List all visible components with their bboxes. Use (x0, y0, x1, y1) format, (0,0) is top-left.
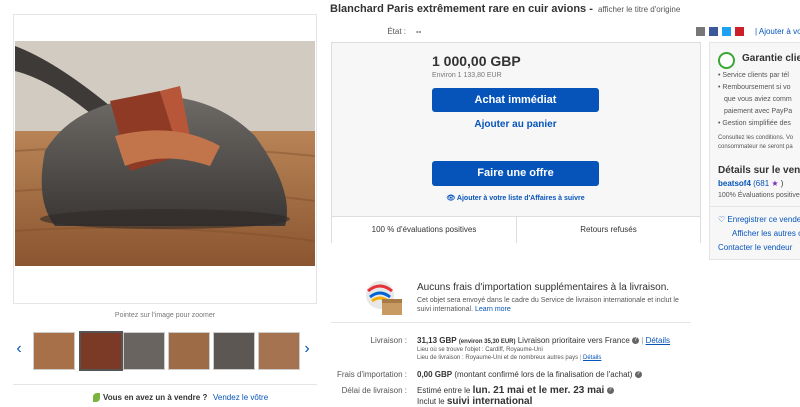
global-shipping-icon (360, 277, 408, 319)
save-seller-label: Enregistrer ce vende (727, 215, 800, 224)
shipping-description: Cet objet sera envoyé dans le cadre du S… (417, 296, 687, 314)
import-row: 0,00 GBP (montant confirmé lors de la fi… (417, 370, 642, 379)
seller-name-row: beatsof4 (681 ★ ) (718, 179, 783, 188)
prev-thumb-arrow-icon[interactable]: ‹ (13, 340, 25, 358)
buy-now-button[interactable]: Achat immédiat (432, 88, 599, 112)
seller-info-box: Détails sur le vend beatsof4 (681 ★ ) 10… (709, 159, 800, 260)
sell-yours-box: Vous en avez un à vendre ? Vendez le vôt… (13, 384, 317, 405)
product-photo[interactable] (15, 41, 315, 266)
shipping-desc-text: Cet objet sera envoyé dans le cadre du S… (417, 297, 679, 313)
add-to-cart-link[interactable]: Ajouter au panier (432, 119, 599, 130)
money-back-guarantee-box: Garantie clie • Service clients par tél … (709, 42, 800, 161)
delivery-service: Livraison prioritaire vers France (517, 336, 630, 345)
import-label: Frais d'importation : (337, 370, 407, 379)
info-icon[interactable]: ? (632, 337, 640, 345)
watch-item-label: Ajouter à votre liste d'Affaires à suivr… (456, 195, 585, 202)
delivery-price: 31,13 GBP (417, 336, 457, 345)
main-photo-container[interactable] (13, 14, 317, 304)
twitter-share-icon[interactable] (722, 27, 731, 36)
info-icon[interactable]: ? (606, 387, 614, 395)
sell-yours-link[interactable]: Vendez le vôtre (213, 393, 268, 402)
import-value: 0,00 GBP (417, 370, 453, 379)
info-icon[interactable]: ? (634, 371, 642, 379)
tracking-value: suivi international (446, 396, 533, 407)
listing-title-text: Blanchard Paris extrêmement rare en cuir… (330, 3, 593, 15)
feedback-star-icon: ★ (771, 179, 779, 188)
guarantee-item: paiement avec PayPa (724, 108, 793, 115)
item-location-prefix: Lieu où se trouve l'objet : (417, 347, 484, 353)
guarantee-item: • Remboursement si vo (718, 84, 791, 91)
delay-label: Délai de livraison : (341, 386, 407, 395)
returns-policy: Retours refusés (580, 225, 637, 234)
thumbnail[interactable] (33, 332, 75, 370)
thumbnail-strip: ‹ › (13, 331, 315, 371)
divider (710, 206, 800, 207)
tracking-row: Inclut le suivi international (417, 396, 532, 407)
thumbnail[interactable] (258, 332, 300, 370)
item-location-value: Cardiff, Royaume-Uni (485, 347, 543, 353)
shipping-title: Aucuns frais d'importation supplémentair… (417, 282, 670, 293)
delay-prefix: Estimé entre le (417, 386, 471, 395)
plane-image (15, 41, 315, 266)
seller-score-close: ) (780, 179, 784, 188)
thumbnail[interactable] (123, 332, 165, 370)
next-thumb-arrow-icon[interactable]: › (301, 340, 313, 358)
delivery-details-link[interactable]: Détails (646, 336, 670, 345)
guarantee-terms-line2: consommateur ne seront pa (718, 144, 793, 150)
destinations-value: Royaume-Uni et de nombreux autres pays (465, 355, 579, 361)
facebook-share-icon[interactable] (709, 27, 718, 36)
watch-item-link[interactable]: 👁 Ajouter à votre liste d'Affaires à sui… (432, 194, 599, 202)
save-seller-link[interactable]: ♡ Enregistrer ce vende (718, 215, 800, 224)
thumbnail[interactable] (213, 332, 255, 370)
delay-row: Estimé entre le lun. 21 mai et le mer. 2… (417, 385, 614, 396)
sell-question: Vous en avez un à vendre ? (103, 393, 208, 402)
make-offer-button[interactable]: Faire une offre (432, 161, 599, 186)
seller-score[interactable]: (681 (753, 179, 769, 188)
destinations-prefix: Lieu de livraison : (417, 355, 464, 361)
delivery-label: Livraison : (370, 336, 407, 345)
condition-label: État : (387, 27, 406, 36)
condition-value: -- (416, 27, 422, 36)
thumbnail-selected[interactable] (79, 331, 123, 371)
delivery-approx: (environ 35,30 EUR) (458, 339, 516, 345)
buy-box-footer: 100 % d'évaluations positives Retours re… (332, 216, 700, 243)
zoom-hint: Pointez sur l'image pour zoomer (114, 312, 216, 319)
seller-title: Détails sur le vend (718, 165, 800, 176)
price-approx: Environ 1 133,80 EUR (432, 72, 502, 79)
learn-more-link[interactable]: Learn more (475, 306, 511, 313)
seller-other-items-link[interactable]: Afficher les autres o (732, 229, 800, 238)
seller-name[interactable]: beatsof4 (718, 179, 751, 188)
delivery-row: 31,13 GBP (environ 35,30 EUR) Livraison … (417, 336, 671, 345)
import-note: (montant confirmé lors de la finalisatio… (454, 370, 633, 379)
positive-feedback: 100 % d'évaluations positives (332, 217, 517, 243)
guarantee-item: • Service clients par tél (718, 72, 789, 79)
listing-title: Blanchard Paris extrêmement rare en cuir… (330, 3, 680, 15)
price: 1 000,00 GBP (432, 53, 521, 69)
guarantee-title: Garantie clie (742, 53, 800, 64)
thumbnail[interactable] (168, 332, 210, 370)
pinterest-share-icon[interactable] (735, 27, 744, 36)
delay-dates: lun. 21 mai et le mer. 23 mai (472, 385, 605, 396)
divider (331, 322, 691, 323)
contact-seller-link[interactable]: Contacter le vendeur (718, 243, 792, 252)
guarantee-icon (718, 52, 735, 69)
heart-icon: ♡ (718, 215, 728, 224)
buy-box: 1 000,00 GBP Environ 1 133,80 EUR Achat … (331, 42, 701, 243)
email-share-icon[interactable] (696, 27, 705, 36)
seller-positive: 100% Évaluations positive (718, 192, 800, 199)
guarantee-item: • Gestion simplifiée des (718, 120, 791, 127)
eye-icon: 👁 (446, 195, 457, 202)
item-location: Lieu où se trouve l'objet : Cardiff, Roy… (417, 347, 543, 353)
tracking-prefix: Inclut le (417, 397, 445, 406)
guarantee-item: que vous aviez comm (724, 96, 792, 103)
leaf-icon (93, 393, 100, 402)
delivery-destinations: Lieu de livraison : Royaume-Uni et de no… (417, 355, 602, 361)
destinations-details-link[interactable]: Détails (583, 355, 601, 361)
add-to-watchlist-link[interactable]: | Ajouter à vos (755, 27, 800, 36)
show-original-title-link[interactable]: afficher le titre d'origine (598, 5, 680, 14)
